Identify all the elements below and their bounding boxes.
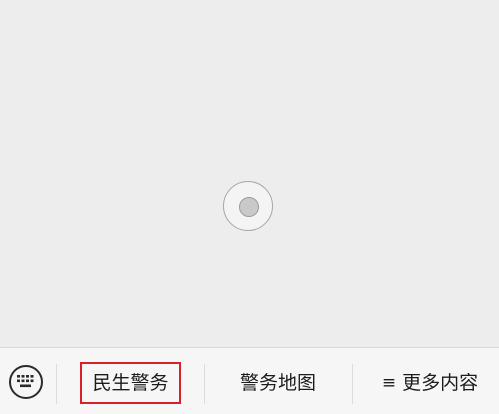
keyboard-toggle-button[interactable] xyxy=(9,365,43,399)
menu-item-more-content[interactable]: ≡ 更多内容 xyxy=(372,362,488,404)
loading-spinner-dot xyxy=(239,197,259,217)
bottom-menu-bar: 民生警务 警务地图 ≡ 更多内容 xyxy=(0,347,499,414)
hamburger-menu-icon: ≡ xyxy=(381,373,397,393)
content-area xyxy=(0,0,499,347)
loading-spinner-icon xyxy=(223,181,273,231)
menu-item-label: 民生警务 xyxy=(92,372,169,394)
menu-divider xyxy=(56,364,57,404)
keyboard-icon xyxy=(17,375,34,388)
menu-divider xyxy=(204,364,205,404)
menu-item-label: 更多内容 xyxy=(402,372,479,394)
menu-divider xyxy=(352,364,353,404)
menu-item-livelihood-police[interactable]: 民生警务 xyxy=(80,362,181,404)
menu-item-label: 警务地图 xyxy=(239,372,316,394)
menu-item-police-map[interactable]: 警务地图 xyxy=(228,362,328,404)
